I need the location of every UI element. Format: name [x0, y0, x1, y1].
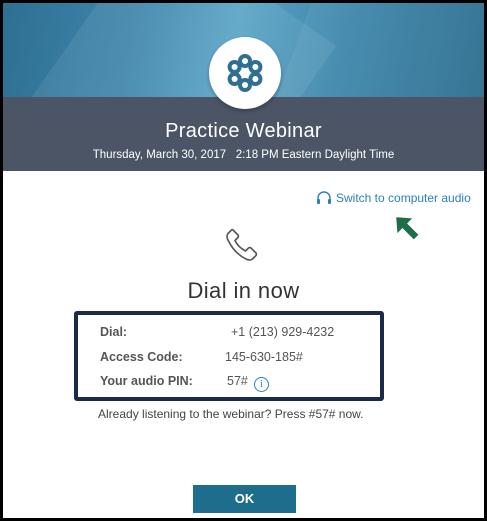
annotation-arrow-icon — [389, 210, 423, 244]
dial-in-heading: Dial in now — [187, 278, 300, 303]
dial-label: Dial: — [100, 325, 128, 339]
ok-button[interactable]: OK — [193, 485, 296, 513]
already-listening-text: Already listening to the webinar? Press … — [98, 407, 364, 421]
webinar-title: Practice Webinar — [165, 120, 322, 142]
webinar-datetime: Thursday, March 30, 2017 2:18 PM Eastern… — [92, 149, 395, 161]
access-code-value: 145-630-185# — [225, 350, 303, 364]
headset-icon — [316, 191, 332, 208]
info-icon[interactable]: i — [253, 377, 269, 392]
audio-pin-value-group: 57# i — [227, 374, 269, 392]
switch-audio-label: Switch to computer audio — [336, 191, 471, 205]
dial-number-value: +1 (213) 929-4232 — [231, 325, 335, 339]
dialog-window: Practice Webinar Thursday, March 30, 201… — [0, 0, 487, 521]
switch-to-computer-audio-link[interactable]: Switch to computer audio — [316, 191, 471, 208]
access-code-label: Access Code: — [100, 350, 183, 364]
phone-icon — [222, 224, 262, 264]
audio-pin-value: 57# — [227, 374, 248, 388]
webinar-logo-icon — [209, 37, 281, 109]
dial-info-box: Dial: +1 (213) 929-4232 Access Code: 145… — [74, 311, 384, 401]
audio-pin-label: Your audio PIN: — [100, 374, 193, 388]
